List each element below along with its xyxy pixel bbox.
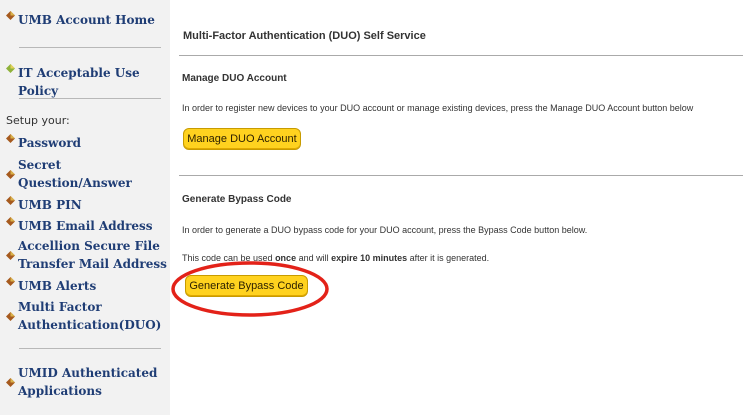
nav-umb-account-home[interactable]: UMB Account Home bbox=[6, 11, 155, 29]
sidebar-divider bbox=[19, 47, 161, 48]
nav-umb-alerts[interactable]: UMB Alerts bbox=[6, 277, 96, 295]
maroon-diamond-icon bbox=[6, 134, 15, 143]
maroon-diamond-icon bbox=[6, 196, 15, 205]
nav-label-line2: Authentication(DUO) bbox=[18, 318, 162, 332]
sidebar-divider bbox=[19, 98, 161, 99]
bypass-code-note: This code can be used once and will expi… bbox=[182, 253, 490, 263]
nav-umb-email-address[interactable]: UMB Email Address bbox=[6, 217, 153, 235]
manage-duo-heading: Manage DUO Account bbox=[182, 73, 287, 84]
generate-bypass-description: In order to generate a DUO bypass code f… bbox=[182, 225, 588, 235]
setup-label: Setup your: bbox=[6, 114, 70, 127]
nav-umid-authenticated-applications[interactable]: UMID Authenticated Applications bbox=[6, 364, 157, 400]
maroon-diamond-icon bbox=[6, 377, 15, 387]
nav-label-line2: Question/Answer bbox=[18, 176, 132, 190]
nav-label-line2: Applications bbox=[18, 384, 102, 398]
sidebar-divider bbox=[19, 348, 161, 349]
maroon-diamond-icon bbox=[6, 277, 15, 286]
maroon-diamond-icon bbox=[6, 250, 15, 260]
manage-duo-description: In order to register new devices to your… bbox=[182, 103, 694, 113]
maroon-diamond-icon bbox=[6, 11, 15, 20]
maroon-diamond-icon bbox=[6, 311, 15, 321]
nav-label-line2: Transfer Mail Address bbox=[18, 257, 167, 271]
manage-duo-account-button[interactable]: Manage DUO Account bbox=[183, 128, 301, 150]
nav-label-line1: Accellion Secure File bbox=[18, 239, 160, 253]
nav-label-line1: UMID Authenticated bbox=[18, 366, 158, 380]
nav-umb-pin[interactable]: UMB PIN bbox=[6, 196, 82, 214]
nav-label-line1: Secret bbox=[18, 158, 62, 172]
nav-password[interactable]: Password bbox=[6, 134, 81, 152]
nav-secret-question[interactable]: Secret Question/Answer bbox=[6, 156, 132, 192]
section-divider bbox=[179, 55, 743, 56]
section-divider bbox=[179, 175, 743, 176]
nav-accellion-secure-file[interactable]: Accellion Secure File Transfer Mail Addr… bbox=[6, 237, 167, 273]
generate-bypass-heading: Generate Bypass Code bbox=[182, 194, 292, 205]
nav-it-acceptable-use-policy[interactable]: IT Acceptable Use Policy bbox=[6, 64, 170, 100]
page-title: Multi-Factor Authentication (DUO) Self S… bbox=[183, 30, 426, 42]
sidebar: UMB Account Home IT Acceptable Use Polic… bbox=[0, 0, 170, 415]
generate-bypass-code-button[interactable]: Generate Bypass Code bbox=[185, 275, 308, 297]
maroon-diamond-icon bbox=[6, 217, 15, 226]
nav-multi-factor-authentication[interactable]: Multi Factor Authentication(DUO) bbox=[6, 298, 161, 334]
maroon-diamond-icon bbox=[6, 169, 15, 179]
green-diamond-icon bbox=[6, 64, 15, 73]
nav-label-line1: Multi Factor bbox=[18, 300, 102, 314]
main-content: Multi-Factor Authentication (DUO) Self S… bbox=[170, 0, 743, 415]
